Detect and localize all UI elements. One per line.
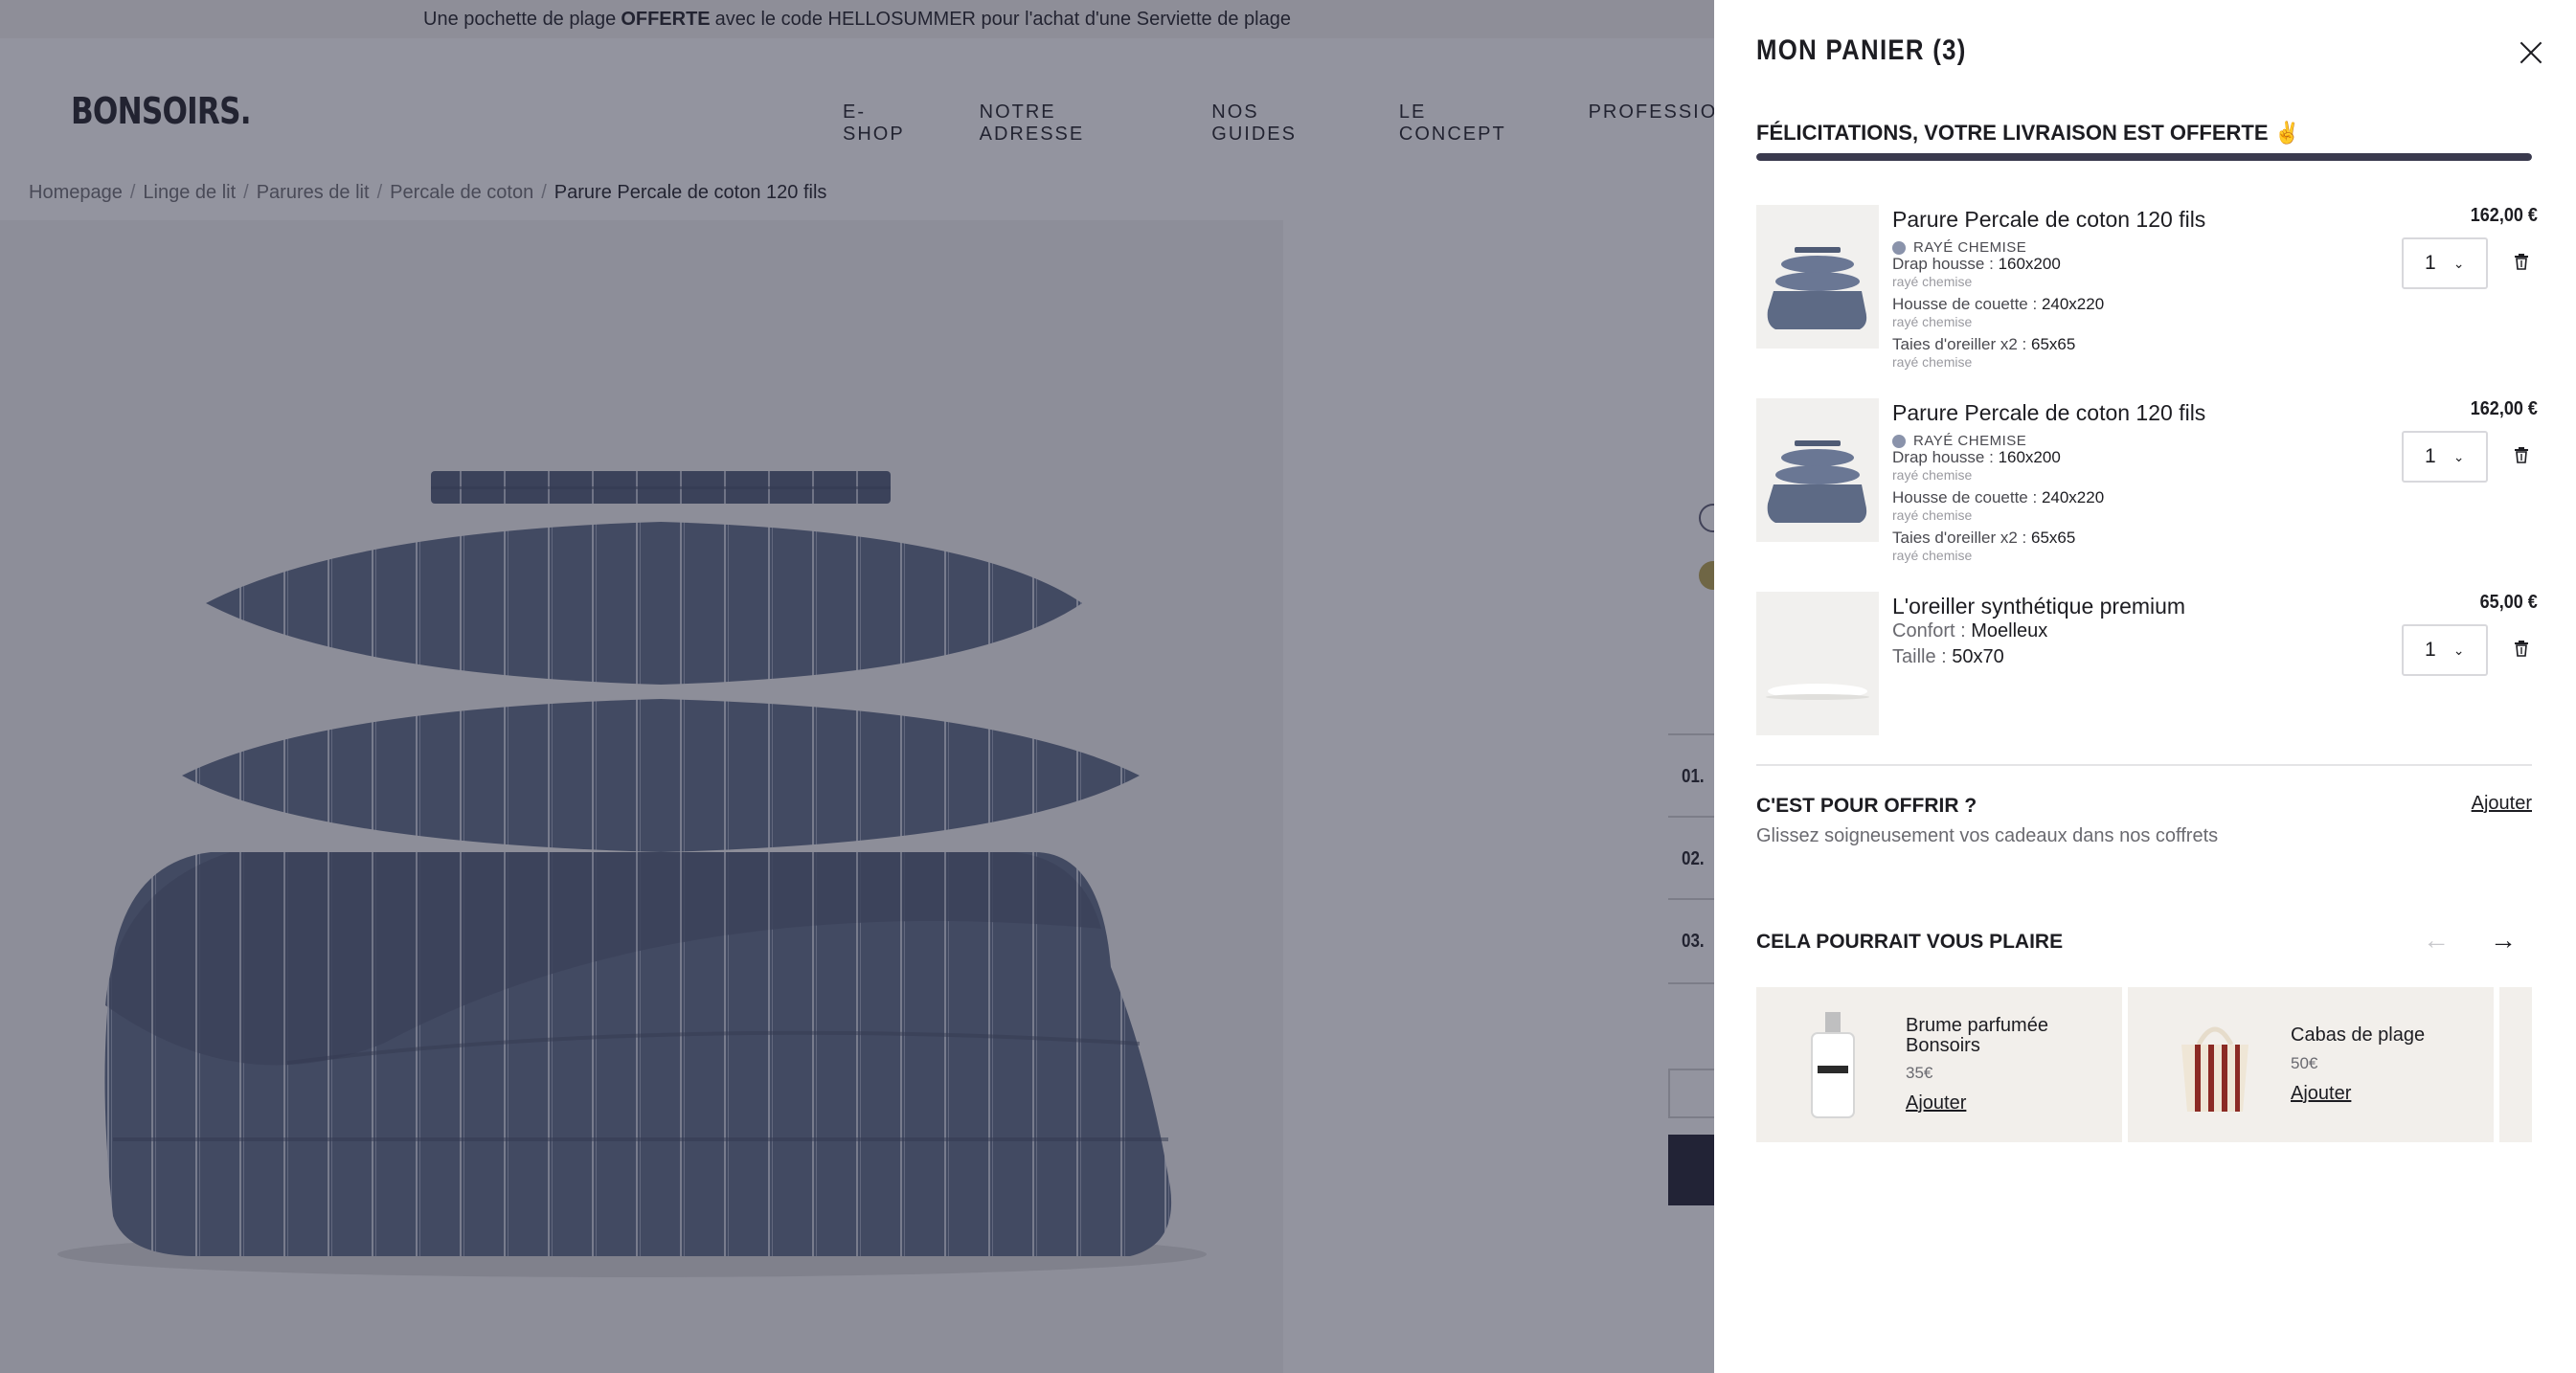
free-shipping-message: FÉLICITATIONS, VOTRE LIVRAISON EST OFFER… (1756, 121, 2301, 145)
cart-item-option: Taies d'oreiller x2 : 65x65 (1892, 335, 2076, 353)
reco-price: 35€ (1906, 1064, 1933, 1082)
chevron-down-icon: ⌄ (2452, 448, 2465, 464)
gift-title: C'EST POUR OFFRIR ? (1756, 795, 1977, 817)
cart-item-option: Drap housse : 160x200 (1892, 255, 2061, 273)
reco-card[interactable]: Brume parfumée Bonsoirs 35€ Ajouter (1756, 987, 2122, 1142)
gift-subtitle: Glissez soigneusement vos cadeaux dans n… (1756, 825, 2219, 846)
cart-drawer: MON PANIER (3) FÉLICITATIONS, VOTRE LIVR… (1714, 0, 2576, 1373)
reco-add-button[interactable]: Ajouter (2291, 1083, 2351, 1105)
recommendations-title: CELA POURRAIT VOUS PLAIRE (1756, 931, 2064, 953)
cart-item-title[interactable]: L'oreiller synthétique premium (1892, 594, 2185, 619)
arrow-right-icon[interactable]: → (2490, 925, 2517, 956)
reco-name[interactable]: Brume parfumée Bonsoirs (1906, 1016, 2107, 1056)
cart-item-option-sub: rayé chemise (1892, 507, 1973, 523)
cart-item: Parure Percale de coton 120 fils 162,00 … (1756, 398, 2538, 571)
cart-item-thumbnail[interactable] (1756, 205, 1879, 349)
shipping-progress-bar (1756, 153, 2532, 161)
cart-divider (1756, 764, 2532, 766)
cart-item-option: Taille : 50x70 (1892, 646, 2004, 667)
cart-item-option: Drap housse : 160x200 (1892, 448, 2061, 466)
cart-item-color: RAYÉ CHEMISE (1892, 239, 2026, 256)
chevron-down-icon: ⌄ (2452, 641, 2465, 658)
quantity-value: 1 (2425, 252, 2436, 274)
modal-overlay[interactable] (0, 0, 1714, 1373)
reco-add-button[interactable]: Ajouter (1906, 1092, 1966, 1114)
cart-item-color-label: RAYÉ CHEMISE (1913, 239, 2027, 256)
cart-item: L'oreiller synthétique premium 65,00 € C… (1756, 592, 2538, 737)
cart-item-title[interactable]: Parure Percale de coton 120 fils (1892, 400, 2205, 426)
color-dot-icon (1892, 240, 1906, 255)
quantity-value: 1 (2425, 445, 2436, 467)
cart-item-price: 65,00 € (2479, 592, 2538, 613)
cart-item: Parure Percale de coton 120 fils 162,00 … (1756, 205, 2538, 377)
cart-item-option: Confort : Moelleux (1892, 620, 2048, 641)
chevron-down-icon: ⌄ (2452, 255, 2465, 271)
gift-add-link[interactable]: Ajouter (2472, 793, 2532, 815)
cart-item-color: RAYÉ CHEMISE (1892, 433, 2026, 449)
cart-item-price: 162,00 € (2470, 398, 2538, 419)
cart-title: MON PANIER (3) (1756, 34, 1967, 66)
cart-item-option-sub: rayé chemise (1892, 548, 1973, 563)
reco-price: 50€ (2291, 1054, 2318, 1072)
perfume-bottle-image (1811, 1012, 1855, 1118)
color-dot-icon (1892, 434, 1906, 448)
cart-item-option-sub: rayé chemise (1892, 274, 1973, 289)
cart-item-option: Housse de couette : 240x220 (1892, 295, 2105, 313)
arrow-left-icon[interactable]: ← (2423, 925, 2450, 956)
cart-item-option-sub: rayé chemise (1892, 314, 1973, 329)
quantity-select[interactable]: 1 ⌄ (2402, 431, 2488, 483)
cart-item-option: Housse de couette : 240x220 (1892, 488, 2105, 506)
beach-bag-image (2181, 1026, 2248, 1112)
close-icon[interactable] (2517, 38, 2545, 67)
cart-item-title[interactable]: Parure Percale de coton 120 fils (1892, 207, 2205, 233)
cart-item-option: Taies d'oreiller x2 : 65x65 (1892, 529, 2076, 547)
cart-item-thumbnail[interactable] (1756, 592, 1879, 735)
cart-item-thumbnail[interactable] (1756, 398, 1879, 542)
trash-icon[interactable] (2513, 253, 2530, 270)
reco-name[interactable]: Cabas de plage (2291, 1025, 2482, 1046)
shipping-progress-fill (1756, 153, 2532, 161)
cart-item-option-sub: rayé chemise (1892, 467, 1973, 483)
cart-item-color-label: RAYÉ CHEMISE (1913, 433, 2027, 449)
cart-item-option-sub: rayé chemise (1892, 354, 1973, 370)
reco-card[interactable]: Cabas de plage 50€ Ajouter (2128, 987, 2494, 1142)
quantity-value: 1 (2425, 639, 2436, 661)
cart-item-price: 162,00 € (2470, 205, 2538, 226)
quantity-select[interactable]: 1 ⌄ (2402, 624, 2488, 676)
trash-icon[interactable] (2513, 446, 2530, 463)
quantity-select[interactable]: 1 ⌄ (2402, 237, 2488, 289)
trash-icon[interactable] (2513, 640, 2530, 657)
reco-card-partial[interactable] (2499, 987, 2532, 1142)
